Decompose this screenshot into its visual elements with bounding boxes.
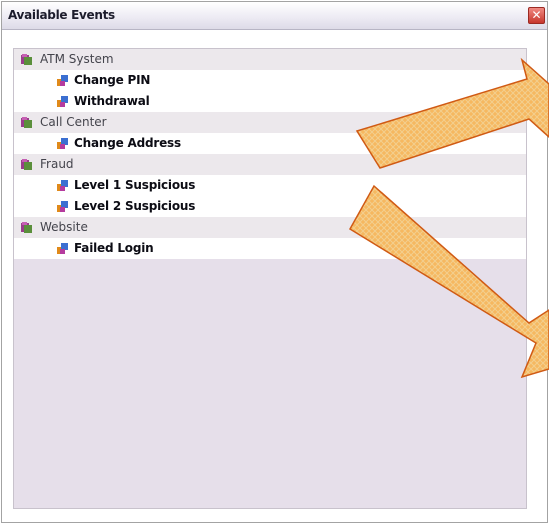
- group-row-atm-system[interactable]: ATM System: [14, 49, 526, 70]
- panel-title: Available Events: [8, 8, 115, 22]
- event-label: Failed Login: [74, 241, 154, 255]
- events-tree: ATM System Change PIN Withdrawal Call Ce…: [13, 48, 527, 509]
- event-item-change-pin[interactable]: Change PIN: [14, 70, 526, 91]
- event-label: Withdrawal: [74, 94, 150, 108]
- folder-group-icon: [21, 117, 32, 128]
- event-icon: [57, 201, 68, 212]
- title-bar: Available Events ✕: [2, 2, 547, 30]
- event-icon: [57, 243, 68, 254]
- event-item-failed-login[interactable]: Failed Login: [14, 238, 526, 259]
- group-label: ATM System: [40, 52, 114, 66]
- available-events-panel: Available Events ✕ ATM System Change PIN…: [1, 1, 548, 523]
- group-row-call-center[interactable]: Call Center: [14, 112, 526, 133]
- event-item-withdrawal[interactable]: Withdrawal: [14, 91, 526, 112]
- group-label: Fraud: [40, 157, 74, 171]
- event-icon: [57, 96, 68, 107]
- folder-group-icon: [21, 222, 32, 233]
- event-icon: [57, 180, 68, 191]
- group-row-website[interactable]: Website: [14, 217, 526, 238]
- event-label: Level 1 Suspicious: [74, 178, 196, 192]
- event-item-change-address[interactable]: Change Address: [14, 133, 526, 154]
- event-icon: [57, 138, 68, 149]
- event-item-level-1-suspicious[interactable]: Level 1 Suspicious: [14, 175, 526, 196]
- group-row-fraud[interactable]: Fraud: [14, 154, 526, 175]
- folder-group-icon: [21, 54, 32, 65]
- event-item-level-2-suspicious[interactable]: Level 2 Suspicious: [14, 196, 526, 217]
- group-label: Website: [40, 220, 88, 234]
- event-label: Change PIN: [74, 73, 151, 87]
- close-icon: ✕: [531, 8, 542, 22]
- event-label: Change Address: [74, 136, 181, 150]
- close-button[interactable]: ✕: [528, 7, 545, 24]
- event-icon: [57, 75, 68, 86]
- event-label: Level 2 Suspicious: [74, 199, 196, 213]
- folder-group-icon: [21, 159, 32, 170]
- group-label: Call Center: [40, 115, 107, 129]
- events-list: ATM System Change PIN Withdrawal Call Ce…: [14, 49, 526, 259]
